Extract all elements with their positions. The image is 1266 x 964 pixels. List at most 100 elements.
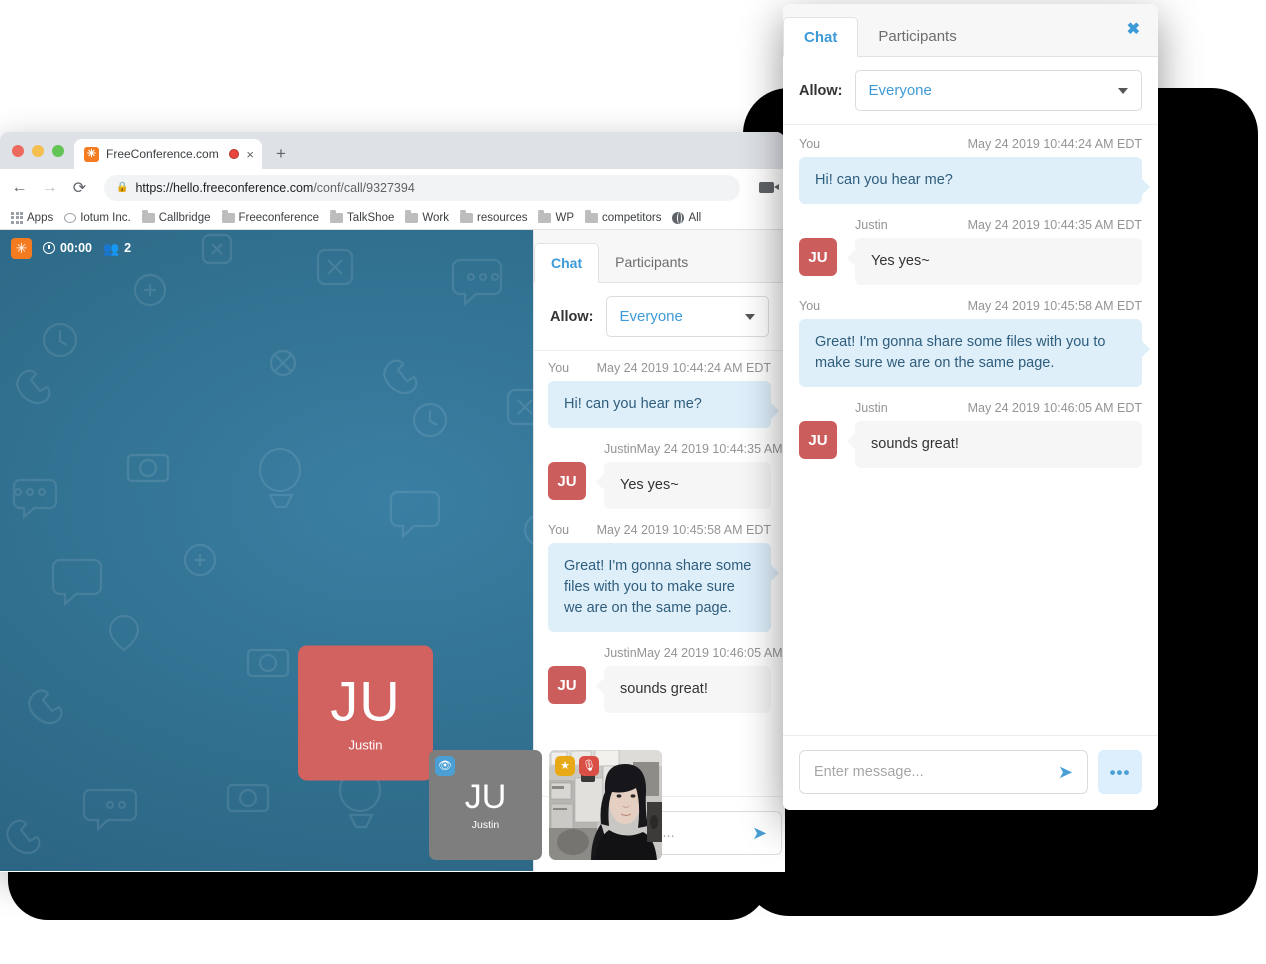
- bookmark-label: Iotum Inc.: [80, 211, 131, 224]
- recording-dot-icon: [229, 149, 240, 159]
- lock-icon: 🔒: [116, 182, 129, 193]
- browser-tab[interactable]: ✳ FreeConference.com ×: [74, 139, 262, 169]
- bookmark-iotum-inc[interactable]: Iotum Inc.: [64, 212, 131, 224]
- minimize-window-button[interactable]: [32, 144, 44, 157]
- message-sender: Justin: [855, 218, 888, 233]
- globe-icon: [672, 211, 685, 224]
- bookmark-callbridge[interactable]: Callbridge: [141, 210, 211, 224]
- screenshot-root: ✳ FreeConference.com × + ← → ⟳ 🔒 https:/…: [0, 0, 1266, 964]
- send-paper-plane-icon[interactable]: ➤: [752, 824, 767, 842]
- chat-message: JustinMay 24 2019 10:46:05 AM EDT JU soun…: [548, 646, 785, 714]
- participant-count[interactable]: 👥 2: [103, 241, 131, 255]
- message-timestamp: May 24 2019 10:46:05 AM EDT: [967, 401, 1142, 416]
- chat-message: You May 24 2019 10:45:58 AM EDT Great! I'…: [548, 523, 779, 633]
- message-sender: Justin: [855, 401, 888, 416]
- avatar: JU: [548, 666, 586, 705]
- message-sender: You: [799, 137, 821, 151]
- allow-dropdown[interactable]: Everyone: [854, 70, 1142, 111]
- call-timer: 00:00: [43, 241, 92, 255]
- bookmark-label: competitors: [602, 211, 662, 224]
- bookmark-wp[interactable]: WP: [538, 210, 575, 224]
- bookmark-apps[interactable]: Apps: [11, 211, 54, 224]
- bookmark-competitors[interactable]: competitors: [585, 210, 662, 224]
- allow-selected-value: Everyone: [619, 308, 683, 325]
- chat-panel-overlay: Chat Participants ✖ Allow: Everyone You …: [783, 4, 1158, 810]
- chat-message-list[interactable]: You May 24 2019 10:44:24 AM EDT Hi! can …: [783, 125, 1158, 735]
- chat-message: You May 24 2019 10:45:58 AM EDT Great! I…: [799, 299, 1150, 388]
- allow-dropdown[interactable]: Everyone: [605, 296, 769, 337]
- bookmark-label: Freeconference: [238, 211, 320, 224]
- chat-message: You May 24 2019 10:44:24 AM EDT Hi! can …: [799, 137, 1150, 205]
- window-traffic-lights: [9, 132, 74, 169]
- chevron-down-icon: [745, 313, 755, 320]
- main-speaker-name: Justin: [348, 737, 383, 753]
- message-timestamp: May 24 2019 10:46:05 AM EDT: [636, 646, 785, 661]
- chat-message-list[interactable]: You May 24 2019 10:44:24 AM EDT Hi! can y…: [534, 351, 785, 796]
- message-bubble: Great! I'm gonna share some files with y…: [548, 543, 779, 633]
- message-timestamp: May 24 2019 10:45:58 AM EDT: [967, 299, 1142, 314]
- message-sender: Justin: [604, 646, 637, 661]
- message-bubble: sounds great!: [847, 421, 1142, 469]
- avatar: JU: [799, 238, 837, 277]
- bookmark-all[interactable]: All: [672, 211, 702, 224]
- bookmark-label: WP: [555, 211, 575, 224]
- allow-row: Allow: Everyone: [534, 283, 785, 351]
- camera-permission-icon[interactable]: [759, 182, 779, 193]
- message-timestamp: May 24 2019 10:44:35 AM EDT: [636, 442, 785, 457]
- message-input-wrapper[interactable]: ➤: [799, 750, 1088, 794]
- chat-message: Justin May 24 2019 10:44:35 AM EDT JU Ye…: [799, 218, 1142, 286]
- folder-icon: [330, 210, 344, 223]
- reload-button[interactable]: ⟳: [71, 178, 88, 198]
- message-sender: You: [548, 523, 570, 538]
- chat-composer: ➤ •••: [783, 735, 1158, 810]
- browser-window: ✳ FreeConference.com × + ← → ⟳ 🔒 https:/…: [0, 132, 785, 872]
- message-timestamp: May 24 2019 10:44:35 AM EDT: [967, 218, 1142, 233]
- send-paper-plane-icon[interactable]: ➤: [1058, 763, 1073, 781]
- main-speaker-initials: JU: [330, 669, 401, 733]
- close-icon[interactable]: ✖: [1127, 22, 1140, 38]
- star-icon: ★: [555, 756, 575, 776]
- message-sender: You: [548, 361, 570, 375]
- thumbnail-justin[interactable]: 👁 JU Justin: [429, 750, 542, 860]
- close-window-button[interactable]: [12, 144, 24, 157]
- chat-tab-bar: Chat Participants ✖: [783, 4, 1158, 57]
- thumbnail-self-video[interactable]: ★ 🎙: [549, 750, 662, 860]
- address-bar-url: https://hello.freeconference.com/conf/ca…: [135, 180, 415, 195]
- new-tab-button[interactable]: +: [276, 144, 286, 164]
- maximize-window-button[interactable]: [52, 144, 64, 157]
- bubble-icon: [64, 212, 77, 223]
- allow-label: Allow:: [799, 82, 843, 99]
- message-bubble: Great! I'm gonna share some files with y…: [799, 319, 1150, 388]
- tab-close-button[interactable]: ×: [246, 148, 254, 161]
- thumbnail-name: Justin: [471, 818, 500, 831]
- chat-message: JustinMay 24 2019 10:44:35 AM EDT JU Yes …: [548, 442, 785, 510]
- message-timestamp: May 24 2019 10:44:24 AM EDT: [596, 361, 771, 375]
- bookmark-resources[interactable]: resources: [459, 210, 528, 224]
- back-button[interactable]: ←: [11, 179, 28, 197]
- microphone-muted-icon: 🎙: [579, 756, 599, 776]
- tab-chat[interactable]: Chat: [783, 17, 859, 57]
- bookmark-label: All: [688, 211, 702, 224]
- bookmarks-bar: Apps Iotum Inc. Callbridge Freeconferenc…: [0, 206, 785, 230]
- apps-grid-icon: [11, 211, 23, 224]
- more-options-button[interactable]: •••: [1098, 750, 1142, 794]
- address-bar[interactable]: 🔒 https://hello.freeconference.com/conf/…: [104, 174, 740, 201]
- message-input[interactable]: [814, 764, 1058, 780]
- people-icon: 👥: [102, 240, 120, 256]
- bookmark-label: Apps: [27, 211, 54, 224]
- tab-participants[interactable]: Participants: [858, 16, 976, 56]
- forward-button[interactable]: →: [41, 179, 58, 197]
- bookmark-work[interactable]: Work: [405, 210, 449, 224]
- bookmark-talkshoe[interactable]: TalkShoe: [330, 210, 394, 224]
- folder-icon: [585, 210, 599, 223]
- message-bubble: Yes yes~: [847, 238, 1142, 286]
- allow-row: Allow: Everyone: [783, 57, 1158, 125]
- conference-viewport: ✳ 00:00 👥 2 JU Justin Chat Participants …: [0, 230, 785, 871]
- message-sender: You: [799, 299, 821, 314]
- freeconference-logo-icon: ✳: [84, 146, 99, 162]
- freeconference-logo-icon[interactable]: ✳: [11, 237, 32, 259]
- folder-icon: [141, 210, 155, 223]
- thumbnail-initials: JU: [464, 777, 507, 816]
- bookmark-label: resources: [476, 211, 528, 224]
- bookmark-freeconference[interactable]: Freeconference: [221, 210, 320, 224]
